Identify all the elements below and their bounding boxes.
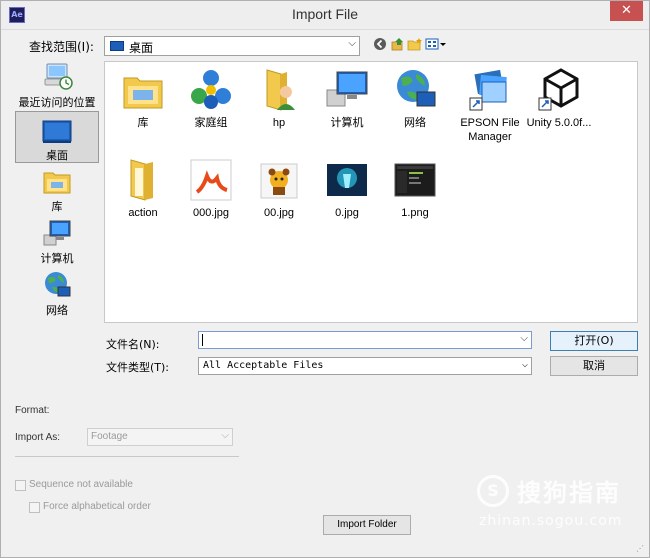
file-item-epson[interactable]: EPSON File Manager — [453, 68, 527, 144]
up-folder-button[interactable] — [391, 37, 405, 53]
open-button[interactable]: 打开(O) — [550, 331, 638, 351]
place-computer[interactable]: 计算机 — [15, 219, 99, 267]
file-item-0-jpg[interactable]: 0.jpg — [311, 158, 383, 220]
import-as-label: Import As: — [15, 432, 61, 443]
chevron-down-icon[interactable]: ⌵ — [520, 333, 528, 344]
title-bar: Ae Import File ✕ — [1, 1, 649, 30]
file-item-1-png[interactable]: 1.png — [379, 158, 451, 220]
chevron-down-icon: ⌵ — [221, 430, 229, 441]
places-bar: 最近访问的位置 桌面 库 计算机 网络 — [12, 61, 102, 323]
lookin-select[interactable]: 桌面 ⌵ — [104, 36, 360, 56]
new-folder-icon — [407, 38, 422, 51]
file-item-unity[interactable]: Unity 5.0.0f... — [523, 68, 595, 130]
import-as-select[interactable]: Footage ⌵ — [87, 428, 233, 446]
text-caret — [202, 334, 203, 346]
unity-shortcut-icon — [538, 68, 579, 111]
new-folder-button[interactable] — [407, 37, 423, 53]
watermark-url: zhinan.sogou.com — [479, 513, 623, 529]
file-item-homegroup[interactable]: 家庭组 — [175, 68, 247, 130]
sogou-watermark: S 搜狗指南 zhinan.sogou.com — [471, 469, 641, 539]
computer-icon — [43, 220, 71, 246]
user-folder-icon — [266, 69, 295, 111]
lookin-value: 桌面 — [129, 41, 154, 55]
file-item-library[interactable]: 库 — [107, 68, 179, 130]
network-icon — [45, 272, 71, 297]
up-folder-icon — [391, 38, 403, 51]
image-thumbnail-icon — [260, 163, 298, 199]
alphabetical-label: Force alphabetical order — [43, 501, 151, 512]
place-label: 最近访问的位置 — [18, 96, 96, 109]
import-as-value: Footage — [91, 431, 128, 442]
view-grid-icon — [425, 38, 446, 50]
import-folder-button[interactable]: Import Folder — [323, 515, 411, 535]
library-icon — [43, 172, 71, 194]
sequence-checkbox[interactable] — [15, 480, 26, 491]
desktop-icon — [42, 120, 72, 143]
cancel-button[interactable]: 取消 — [550, 356, 638, 376]
place-label: 网络 — [46, 304, 68, 317]
back-button[interactable] — [373, 37, 387, 53]
file-item-action[interactable]: action — [107, 158, 179, 220]
view-menu-button[interactable] — [425, 37, 447, 53]
sogou-logo-icon: S — [477, 475, 509, 507]
filetype-select[interactable]: All Acceptable Files ⌵ — [198, 357, 532, 375]
epson-shortcut-icon — [469, 69, 507, 111]
filename-label: 文件名(N): — [106, 338, 160, 351]
place-label: 库 — [51, 200, 63, 213]
back-arrow-icon — [374, 38, 386, 50]
chevron-down-icon: ⌵ — [521, 359, 528, 370]
lookin-label: 查找范围(I): — [29, 40, 94, 54]
chevron-down-icon: ⌵ — [348, 38, 356, 49]
format-label: Format: — [15, 405, 50, 416]
file-item-000-jpg[interactable]: 000.jpg — [175, 158, 247, 220]
file-item-network[interactable]: 网络 — [379, 68, 451, 130]
library-icon — [123, 77, 163, 109]
file-item-hp[interactable]: hp — [243, 68, 315, 130]
place-recent[interactable]: 最近访问的位置 — [15, 61, 99, 109]
file-item-00-jpg[interactable]: 00.jpg — [243, 158, 315, 220]
desktop-icon — [110, 41, 124, 51]
place-label: 桌面 — [46, 149, 68, 162]
sequence-label: Sequence not available — [29, 479, 133, 490]
filetype-label: 文件类型(T): — [106, 361, 170, 374]
image-thumbnail-icon — [327, 164, 367, 196]
network-icon — [397, 70, 436, 107]
close-button[interactable]: ✕ — [610, 1, 643, 21]
place-desktop[interactable]: 桌面 — [15, 111, 99, 163]
filename-input[interactable]: ⌵ — [198, 331, 532, 349]
window-title: Import File — [291, 6, 359, 22]
file-list[interactable]: 库 家庭组 hp 计算机 网络 EPSON File Manager Unity… — [104, 61, 638, 323]
recent-places-icon — [44, 63, 73, 90]
image-thumbnail-icon — [190, 159, 232, 201]
homegroup-icon — [191, 70, 231, 109]
import-file-dialog: Ae Import File ✕ 查找范围(I): 桌面 ⌵ 最近访问的位置 桌… — [0, 0, 650, 558]
alphabetical-checkbox[interactable] — [29, 502, 40, 513]
resize-grip-icon[interactable]: ⋰ — [636, 544, 646, 554]
divider — [15, 456, 239, 457]
filetype-value: All Acceptable Files — [203, 360, 324, 371]
file-item-computer[interactable]: 计算机 — [311, 68, 383, 130]
image-thumbnail-icon — [394, 163, 436, 197]
folder-icon — [130, 159, 153, 201]
watermark-brand: 搜狗指南 — [517, 479, 621, 507]
place-library[interactable]: 库 — [15, 167, 99, 215]
place-label: 计算机 — [40, 252, 74, 265]
place-network[interactable]: 网络 — [15, 271, 99, 319]
computer-icon — [326, 71, 368, 107]
